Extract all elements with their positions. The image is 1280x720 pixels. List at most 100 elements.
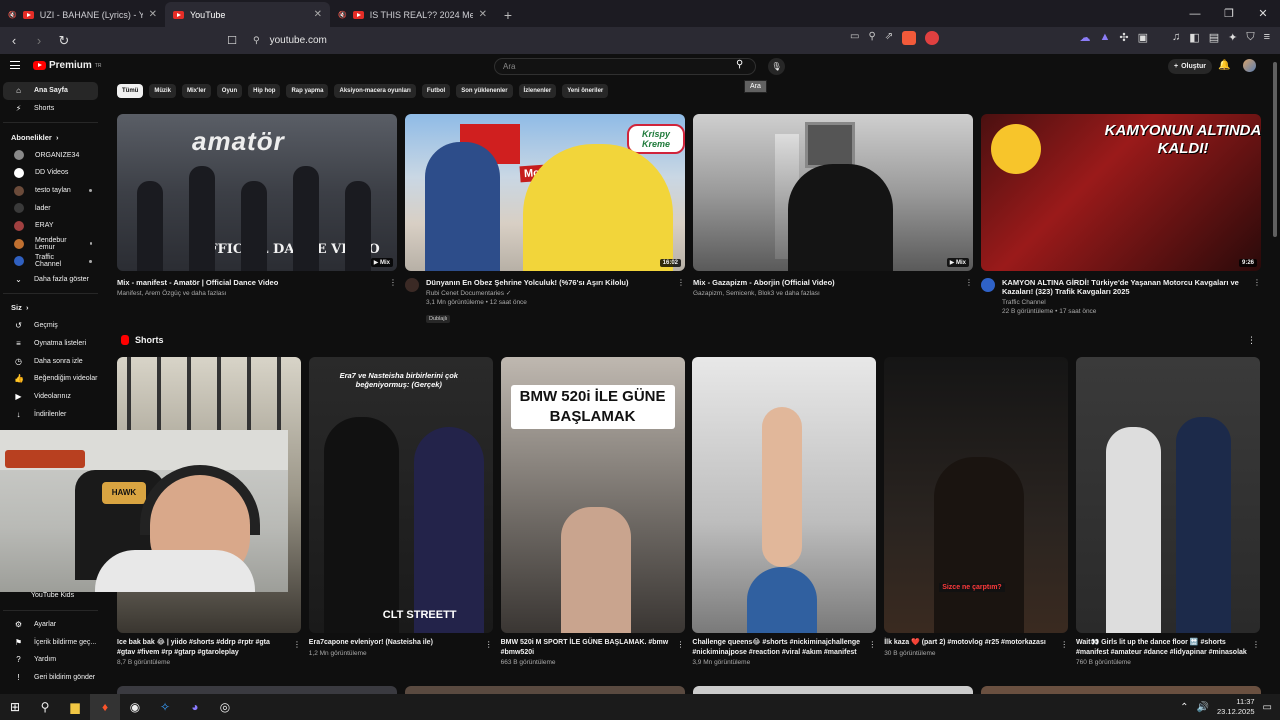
channel-avatar[interactable]: [981, 278, 995, 292]
filter-chip[interactable]: Hip hop: [248, 84, 281, 98]
menu-icon[interactable]: ≡: [1264, 31, 1270, 44]
filter-chip[interactable]: Tümü: [117, 84, 144, 98]
vpn-shield-icon[interactable]: ⛉: [1246, 31, 1254, 44]
cast-icon[interactable]: ▭: [850, 31, 859, 45]
short-thumbnail[interactable]: Sizce ne çarptım?: [884, 357, 1069, 633]
short-card[interactable]: Sizce ne çarptım? İlk kaza ❤️ (part 2) #m…: [884, 357, 1069, 657]
sidebar-subscription[interactable]: ERAY: [3, 217, 98, 235]
muted-speaker-icon[interactable]: 🔇: [8, 11, 17, 19]
sidebar-item-you[interactable]: ▶ Videolarınız: [3, 388, 98, 406]
more-actions-icon[interactable]: ⋮: [677, 640, 685, 649]
browser-tab[interactable]: 🔇 UZI - BAHANE (Lyrics) - YouTube ✕: [0, 2, 165, 27]
close-window-icon[interactable]: ✕: [1246, 0, 1280, 27]
video-thumbnail[interactable]: McDonald'sKrispy Kreme16:02: [405, 114, 685, 271]
tray-chevron-icon[interactable]: ⌃: [1180, 702, 1188, 713]
short-title[interactable]: İlk kaza ❤️ (part 2) #motovlog #r25 #mot…: [884, 638, 1068, 648]
filter-chip[interactable]: Son yüklenenler: [456, 84, 513, 98]
more-actions-icon[interactable]: ⋮: [965, 278, 973, 287]
app-icon[interactable]: ✧: [150, 694, 180, 720]
sidebar-item-footer[interactable]: ⚑ İçerik bildirme geç...: [3, 633, 98, 651]
sidebar-item-you[interactable]: ◷ Daha sonra izle: [3, 352, 98, 370]
video-card[interactable]: amatör OFFICIAL DANCE VIDEO ▶ Mix Mix - man…: [117, 114, 397, 298]
close-tab-icon[interactable]: ✕: [149, 9, 157, 20]
close-tab-icon[interactable]: ✕: [479, 9, 487, 20]
sidebar-subscription[interactable]: Mendebur Lemur: [3, 235, 98, 253]
filter-chip[interactable]: Müzik: [149, 84, 177, 98]
guide-menu-icon[interactable]: [10, 61, 20, 69]
zoom-icon[interactable]: ⚲: [868, 31, 875, 45]
notifications-icon[interactable]: ▭: [1263, 702, 1272, 713]
create-button[interactable]: + Oluştur: [1168, 59, 1212, 74]
video-card[interactable]: McDonald'sKrispy Kreme16:02 Dünyanın En O…: [405, 114, 685, 325]
more-actions-icon[interactable]: ⋮: [868, 640, 876, 649]
sidebar-subscription[interactable]: ORGANIZE34: [3, 146, 98, 164]
reload-icon[interactable]: ↻: [53, 30, 75, 52]
filter-chip[interactable]: Yeni öneriler: [562, 84, 609, 98]
short-card[interactable]: Challenge queens😂 #shorts #nickiminajcha…: [692, 357, 877, 666]
short-thumbnail[interactable]: [1076, 357, 1260, 633]
vpn-icon[interactable]: ☁: [1080, 31, 1091, 44]
more-actions-icon[interactable]: ⋮: [389, 278, 397, 287]
sidebar-subscription[interactable]: Traffic Channel: [3, 253, 98, 271]
browser-tab[interactable]: 🔇 IS THIS REAL?? 2024 Mercedes AMG ✕: [330, 2, 495, 27]
filter-chip[interactable]: Rap yapma: [286, 84, 329, 98]
short-card[interactable]: BMW 520i İLE GÜNE BAŞLAMAK BMW 520i M SPO…: [500, 357, 685, 666]
shorts-more-icon[interactable]: ⋮: [1247, 335, 1256, 346]
screenshot-icon[interactable]: ▣: [1138, 31, 1148, 44]
short-title[interactable]: Wait👀 Girls lit up the dance floor 🔛 #sh…: [1076, 638, 1260, 657]
filter-chip[interactable]: Oyun: [216, 84, 243, 98]
steam-icon[interactable]: ◉: [120, 694, 150, 720]
brave-shield-icon[interactable]: [902, 31, 917, 45]
video-title[interactable]: Mix - Gazapizm - Aborjin (Official Video…: [693, 278, 973, 287]
notifications-bell-icon[interactable]: 🔔: [1218, 60, 1230, 71]
short-card[interactable]: Wait👀 Girls lit up the dance floor 🔛 #sh…: [1076, 357, 1260, 666]
media-icon[interactable]: ♫: [1172, 31, 1180, 44]
channel-name[interactable]: Traffic Channel: [1002, 298, 1261, 307]
browser-tab[interactable]: YouTube ✕: [165, 2, 330, 27]
video-title[interactable]: Dünyanın En Obez Şehrine Yolculuk! (%76'…: [426, 278, 685, 287]
sidebar-item-home[interactable]: ⌂ Ana Sayfa: [3, 82, 98, 100]
short-thumbnail[interactable]: Era7 ve Nasteisha birbirlerini çok beğen…: [308, 357, 493, 633]
sidebar-item-footer[interactable]: ⚙ Ayarlar: [3, 616, 98, 634]
voice-search-icon[interactable]: 🎙: [768, 58, 785, 75]
sidebar-item-you[interactable]: ↓ İndirilenler: [3, 405, 98, 423]
windows-start-icon[interactable]: ⊞: [0, 694, 30, 720]
channel-name[interactable]: Rubi Cenet Documentaries ✓: [426, 289, 685, 298]
video-title[interactable]: KAMYON ALTINA GİRDİ! Türkiye'de Yaşanan …: [1002, 278, 1261, 296]
account-avatar[interactable]: [1243, 59, 1256, 72]
new-tab-button[interactable]: +: [495, 2, 521, 27]
video-thumbnail[interactable]: ▶ Mix: [693, 114, 973, 271]
sidebar-icon[interactable]: ◧: [1189, 31, 1199, 44]
extensions-icon[interactable]: ✣: [1119, 31, 1128, 44]
subscriptions-heading[interactable]: Abonelikler ›: [0, 128, 104, 146]
you-heading[interactable]: Siz ›: [0, 299, 104, 317]
obs-icon[interactable]: ◎: [210, 694, 240, 720]
close-tab-icon[interactable]: ✕: [314, 9, 322, 20]
brave-rewards-icon[interactable]: [925, 31, 940, 45]
filter-chip[interactable]: Aksiyon-macera oyunları: [334, 84, 416, 98]
channel-avatar[interactable]: [405, 278, 419, 292]
video-card[interactable]: KAMYONUN ALTINDA KALDI! 9:26 KAMYON ALTINA…: [981, 114, 1261, 316]
file-explorer-icon[interactable]: ▆: [60, 694, 90, 720]
proton-icon[interactable]: ▲: [1100, 31, 1111, 44]
youtube-logo[interactable]: Premium TR: [33, 60, 101, 71]
short-title[interactable]: Challenge queens😂 #shorts #nickiminajcha…: [692, 638, 876, 657]
sidebar-item-footer[interactable]: ? Yardım: [3, 651, 98, 669]
share-icon[interactable]: ⇗: [885, 31, 893, 45]
short-thumbnail[interactable]: BMW 520i İLE GÜNE BAŞLAMAK: [500, 357, 685, 633]
muted-speaker-icon[interactable]: 🔇: [338, 11, 347, 19]
sidebar-item-shorts[interactable]: ⚡ Shorts: [3, 100, 98, 118]
sidebar-subscription[interactable]: DD Videos: [3, 164, 98, 182]
filter-chip[interactable]: Mix'ler: [182, 84, 211, 98]
sidebar-item-footer[interactable]: ! Geri bildirim gönder: [3, 669, 98, 687]
more-actions-icon[interactable]: ⋮: [677, 278, 685, 287]
filter-chip[interactable]: İzlenenler: [518, 84, 557, 98]
brave-browser-icon[interactable]: ♦: [90, 694, 120, 720]
short-title[interactable]: BMW 520i M SPORT İLE GÜNE BAŞLAMAK. #bmw…: [501, 638, 685, 657]
sidebar-subscription[interactable]: testo taylan: [3, 182, 98, 200]
short-card[interactable]: Era7 ve Nasteisha birbirlerini çok beğen…: [308, 357, 493, 657]
more-actions-icon[interactable]: ⋮: [1252, 640, 1260, 649]
page-scrollbar[interactable]: [1273, 62, 1277, 237]
discord-icon[interactable]: ◕: [180, 694, 210, 720]
back-icon[interactable]: ‹: [3, 30, 25, 52]
